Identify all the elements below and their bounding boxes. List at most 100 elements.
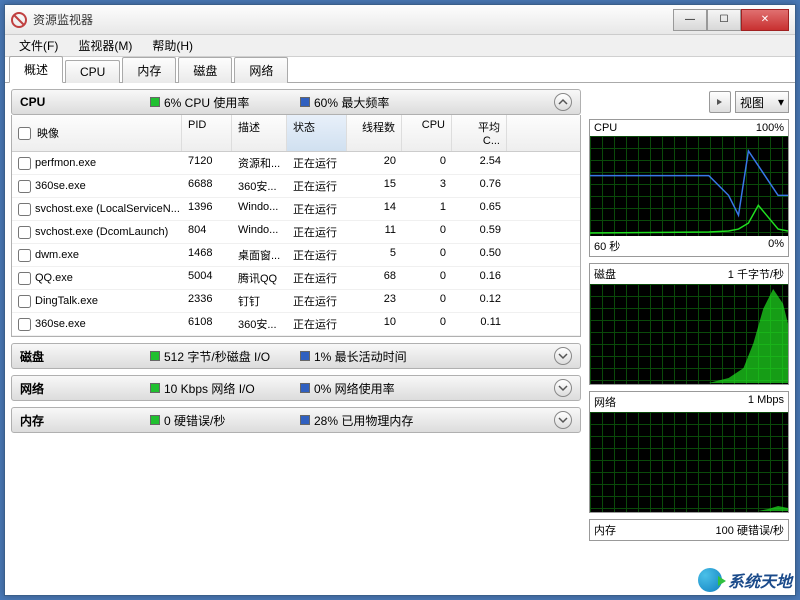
graph-memory: 内存100 硬错误/秒 bbox=[589, 519, 789, 541]
arrow-right-icon bbox=[716, 98, 724, 106]
disk-expand-button[interactable] bbox=[554, 347, 572, 365]
view-dropdown[interactable]: 视图▾ bbox=[735, 91, 789, 113]
graph-cpu-min: 0% bbox=[768, 238, 784, 254]
tab-disk[interactable]: 磁盘 bbox=[178, 57, 232, 83]
cpu-section: CPU 6% CPU 使用率 60% 最大频率 映像 bbox=[11, 89, 581, 337]
col-pid[interactable]: PID bbox=[182, 115, 232, 151]
row-checkbox[interactable] bbox=[18, 272, 31, 285]
cell-cpu: 0 bbox=[402, 290, 452, 312]
cpu-freq-color bbox=[300, 97, 310, 107]
select-all-checkbox[interactable] bbox=[18, 127, 31, 140]
col-desc[interactable]: 描述 bbox=[232, 115, 287, 151]
disk-active-stat: 1% 最长活动时间 bbox=[300, 348, 450, 365]
cell-pid: 6108 bbox=[182, 313, 232, 335]
cell-cpu: 0 bbox=[402, 244, 452, 266]
graph-cpu-xlabel: 60 秒 bbox=[594, 238, 620, 254]
row-checkbox[interactable] bbox=[18, 318, 31, 331]
maximize-button[interactable]: ☐ bbox=[707, 9, 741, 31]
row-checkbox[interactable] bbox=[18, 180, 31, 193]
graph-disk-title: 磁盘 bbox=[594, 266, 616, 282]
table-row[interactable]: perfmon.exe7120资源和...正在运行2002.54 bbox=[12, 152, 580, 175]
cell-cpu: 0 bbox=[402, 152, 452, 174]
graph-net-max: 1 Mbps bbox=[748, 394, 784, 410]
disk-header[interactable]: 磁盘 512 字节/秒磁盘 I/O 1% 最长活动时间 bbox=[11, 343, 581, 369]
watermark: 系统天地 bbox=[698, 568, 792, 592]
cell-desc: 资源和... bbox=[232, 152, 287, 174]
col-threads[interactable]: 线程数 bbox=[347, 115, 402, 151]
close-button[interactable]: ✕ bbox=[741, 9, 789, 31]
memory-expand-button[interactable] bbox=[554, 411, 572, 429]
table-row[interactable]: DingTalk.exe2336钉钉正在运行2300.12 bbox=[12, 290, 580, 313]
cpu-collapse-button[interactable] bbox=[554, 93, 572, 111]
graph-mem-title: 内存 bbox=[594, 522, 616, 538]
tab-memory[interactable]: 内存 bbox=[122, 57, 176, 83]
tab-network[interactable]: 网络 bbox=[234, 57, 288, 83]
cell-pid: 1396 bbox=[182, 198, 232, 220]
memory-header[interactable]: 内存 0 硬错误/秒 28% 已用物理内存 bbox=[11, 407, 581, 433]
table-row[interactable]: dwm.exe1468桌面窗...正在运行500.50 bbox=[12, 244, 580, 267]
table-row[interactable]: svchost.exe (DcomLaunch)804Windo...正在运行1… bbox=[12, 221, 580, 244]
window-title: 资源监视器 bbox=[33, 11, 673, 28]
row-checkbox[interactable] bbox=[18, 295, 31, 308]
table-row[interactable]: svchost.exe (LocalServiceN...1396Windo..… bbox=[12, 198, 580, 221]
net-util-stat: 0% 网络使用率 bbox=[300, 380, 450, 397]
row-checkbox[interactable] bbox=[18, 226, 31, 239]
cell-desc: 桌面窗... bbox=[232, 244, 287, 266]
cell-avg: 0.50 bbox=[452, 244, 507, 266]
cell-cpu: 0 bbox=[402, 221, 452, 243]
row-checkbox[interactable] bbox=[18, 249, 31, 262]
chevron-down-icon bbox=[558, 383, 568, 393]
disk-active-text: 1% 最长活动时间 bbox=[314, 348, 407, 365]
cell-status: 正在运行 bbox=[287, 221, 347, 243]
network-header[interactable]: 网络 10 Kbps 网络 I/O 0% 网络使用率 bbox=[11, 375, 581, 401]
app-icon bbox=[11, 12, 27, 28]
titlebar[interactable]: 资源监视器 — ☐ ✕ bbox=[5, 5, 795, 35]
cell-pid: 5004 bbox=[182, 267, 232, 289]
cell-avg: 0.65 bbox=[452, 198, 507, 220]
cell-threads: 20 bbox=[347, 152, 402, 174]
cell-threads: 23 bbox=[347, 290, 402, 312]
cell-image: 360se.exe bbox=[12, 175, 182, 197]
cell-status: 正在运行 bbox=[287, 267, 347, 289]
cell-threads: 15 bbox=[347, 175, 402, 197]
row-checkbox[interactable] bbox=[18, 203, 31, 216]
table-row[interactable]: QQ.exe5004腾讯QQ正在运行6800.16 bbox=[12, 267, 580, 290]
graph-disk: 磁盘1 千字节/秒 bbox=[589, 263, 789, 385]
row-checkbox[interactable] bbox=[18, 157, 31, 170]
col-cpu[interactable]: CPU bbox=[402, 115, 452, 151]
tab-cpu[interactable]: CPU bbox=[65, 60, 120, 83]
cell-image: DingTalk.exe bbox=[12, 290, 182, 312]
menu-file[interactable]: 文件(F) bbox=[9, 35, 68, 56]
cell-avg: 0.76 bbox=[452, 175, 507, 197]
right-toolbar: 视图▾ bbox=[589, 89, 789, 115]
mem-faults-text: 0 硬错误/秒 bbox=[164, 412, 225, 429]
disk-active-color bbox=[300, 351, 310, 361]
cell-threads: 11 bbox=[347, 221, 402, 243]
cell-pid: 804 bbox=[182, 221, 232, 243]
tab-overview[interactable]: 概述 bbox=[9, 56, 63, 83]
cpu-header[interactable]: CPU 6% CPU 使用率 60% 最大频率 bbox=[11, 89, 581, 115]
graph-nav-button[interactable] bbox=[709, 91, 731, 113]
net-io-color bbox=[150, 383, 160, 393]
network-expand-button[interactable] bbox=[554, 379, 572, 397]
col-avg[interactable]: 平均 C... bbox=[452, 115, 507, 151]
col-status[interactable]: 状态 bbox=[287, 115, 347, 151]
process-table: 映像 PID 描述 状态 线程数 CPU 平均 C... perfmon.exe… bbox=[11, 115, 581, 337]
chevron-up-icon bbox=[558, 97, 568, 107]
minimize-button[interactable]: — bbox=[673, 9, 707, 31]
net-util-text: 0% 网络使用率 bbox=[314, 380, 395, 397]
cell-cpu: 3 bbox=[402, 175, 452, 197]
cell-image: svchost.exe (DcomLaunch) bbox=[12, 221, 182, 243]
net-label: 网络 bbox=[20, 380, 150, 397]
left-panel: CPU 6% CPU 使用率 60% 最大频率 映像 bbox=[11, 89, 581, 589]
cell-status: 正在运行 bbox=[287, 198, 347, 220]
disk-io-stat: 512 字节/秒磁盘 I/O bbox=[150, 348, 300, 365]
table-row[interactable]: 360se.exe6108360安...正在运行1000.11 bbox=[12, 313, 580, 336]
menu-help[interactable]: 帮助(H) bbox=[142, 35, 203, 56]
table-row[interactable]: 360se.exe6688360安...正在运行1530.76 bbox=[12, 175, 580, 198]
dropdown-arrow-icon: ▾ bbox=[778, 95, 784, 109]
cell-image: svchost.exe (LocalServiceN... bbox=[12, 198, 182, 220]
cell-threads: 68 bbox=[347, 267, 402, 289]
col-image[interactable]: 映像 bbox=[12, 115, 182, 151]
menu-monitor[interactable]: 监视器(M) bbox=[68, 35, 142, 56]
